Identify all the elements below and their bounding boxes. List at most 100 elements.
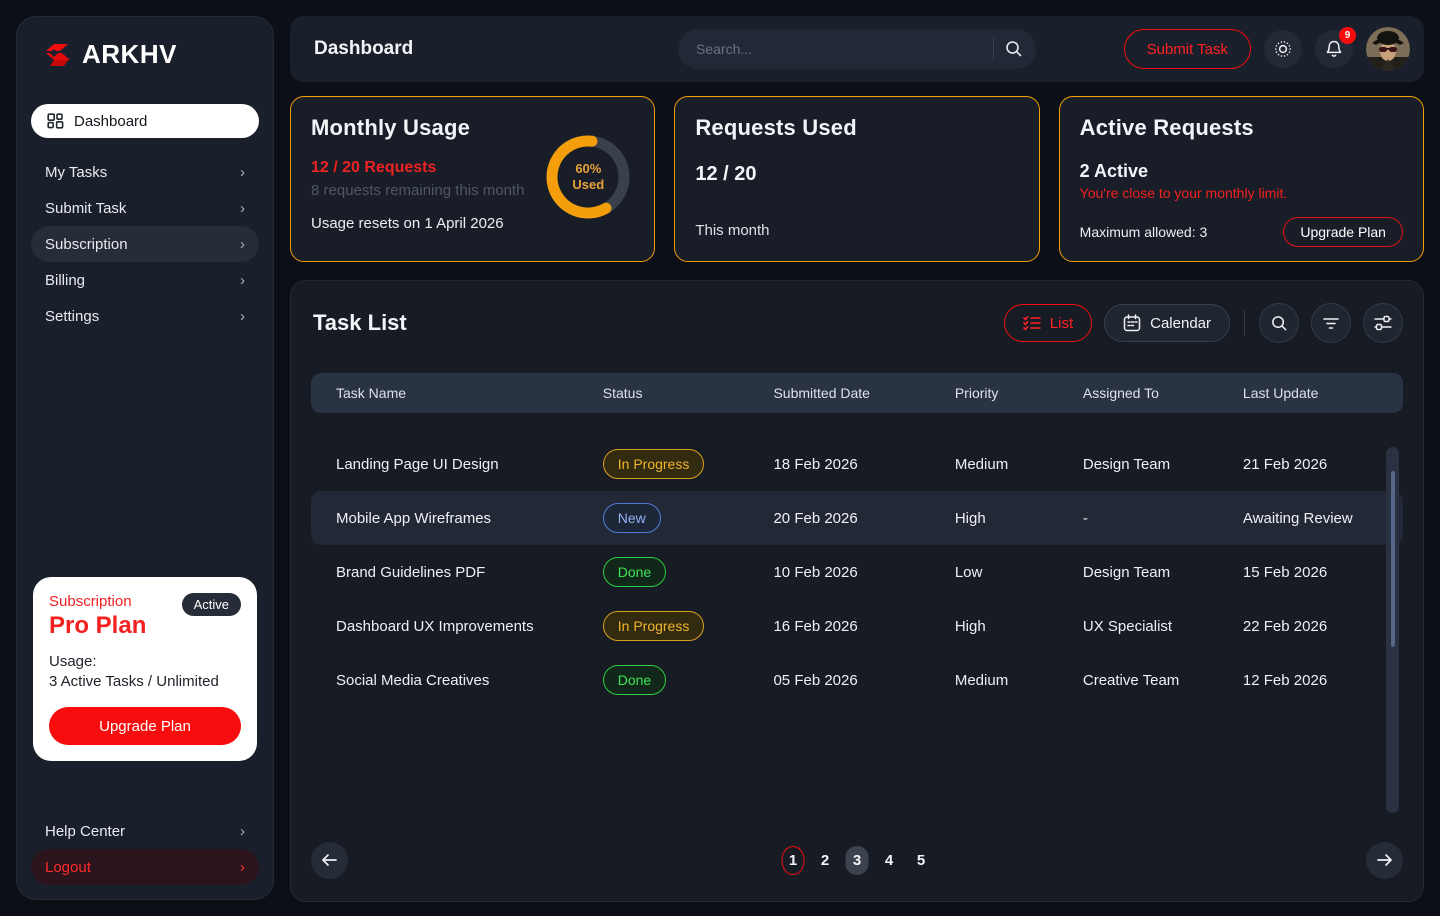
page-title: Dashboard (314, 38, 414, 59)
chevron-right-icon: › (240, 271, 245, 289)
assigned-to-cell: UX Specialist (1082, 617, 1173, 635)
sliders-icon (1373, 314, 1393, 332)
table-search-button[interactable] (1259, 303, 1299, 343)
assigned-to-cell: Design Team (1082, 563, 1171, 581)
table-row[interactable]: Dashboard UX Improvements In Progress 16 F… (311, 599, 1403, 653)
task-name-cell: Landing Page UI Design (336, 455, 499, 473)
arrow-left-icon (321, 853, 338, 867)
plan-eyebrow: Subscription (49, 593, 132, 610)
active-requests-value: 2 Active (1079, 161, 1149, 181)
page-number-2[interactable]: 2 (814, 846, 837, 875)
theme-toggle-button[interactable] (1264, 30, 1302, 68)
filter-icon (1322, 316, 1340, 330)
theme-sun-icon (1273, 39, 1293, 59)
status-badge: Done (602, 557, 667, 587)
submit-task-button[interactable]: Submit Task (1123, 29, 1251, 69)
last-update-cell: 22 Feb 2026 (1242, 617, 1328, 635)
last-update-cell: 12 Feb 2026 (1242, 671, 1328, 689)
upgrade-plan-button[interactable]: Upgrade Plan (49, 707, 241, 745)
sidebar-item-label: Submit Task (45, 199, 127, 217)
submitted-date-cell: 10 Feb 2026 (773, 563, 858, 581)
search-bar[interactable] (678, 29, 1036, 69)
status-cell: In Progress (602, 611, 774, 641)
page-number-1[interactable]: 1 (781, 845, 805, 875)
pagination: 12345 (311, 841, 1403, 879)
column-header: Priority (954, 385, 999, 401)
search-icon[interactable] (1004, 39, 1024, 59)
upgrade-plan-button[interactable]: Upgrade Plan (1283, 217, 1403, 247)
monthly-usage-card: Monthly Usage 12 / 20 Requests 8 request… (290, 96, 656, 262)
status-cell: New (602, 503, 774, 533)
settings-sliders-button[interactable] (1363, 303, 1403, 343)
sidebar-item-my-tasks[interactable]: My Tasks › (31, 154, 259, 190)
sidebar-footer-menu: Help Center › Logout › (31, 813, 259, 885)
view-list-button[interactable]: List (1003, 304, 1093, 342)
sidebar-item-label: Help Center (45, 822, 126, 840)
stats-cards-row: Monthly Usage 12 / 20 Requests 8 request… (290, 96, 1424, 262)
sidebar-item-logout[interactable]: Logout › (31, 849, 259, 885)
active-requests-card: Active Requests 2 Active You're close to… (1058, 96, 1424, 262)
brand-name: ARKHV (82, 39, 177, 69)
table-body: Landing Page UI Design In Progress 18 Feb … (311, 437, 1403, 707)
table-row[interactable]: Brand Guidelines PDF Done 10 Feb 2026 Low De… (311, 545, 1403, 599)
task-name-cell: Dashboard UX Improvements (336, 617, 534, 635)
requests-used-value: 12 / 20 (695, 163, 757, 185)
view-calendar-label: Calendar (1150, 314, 1211, 332)
status-cell: Done (602, 665, 774, 695)
sidebar-item-subscription[interactable]: Subscription › (31, 226, 259, 262)
task-name-cell: Mobile App Wireframes (336, 509, 492, 527)
app-root: ARKHV Dashboard My Tasks › Submit Task › Sub… (0, 0, 1440, 916)
chevron-right-icon: › (240, 858, 245, 876)
status-badge: Done (602, 665, 667, 695)
table-row[interactable]: Social Media Creatives Done 05 Feb 2026 Med… (311, 653, 1403, 707)
search-input[interactable] (696, 41, 993, 57)
page-number-4[interactable]: 4 (878, 846, 901, 875)
sidebar-menu: My Tasks › Submit Task › Subscription › Billin… (31, 154, 259, 334)
sidebar-item-dashboard[interactable]: Dashboard (31, 104, 259, 138)
chevron-right-icon: › (240, 822, 245, 840)
priority-cell: Medium (954, 671, 1009, 689)
table-row[interactable]: Landing Page UI Design In Progress 18 Feb … (311, 437, 1403, 491)
arrow-right-icon (1376, 853, 1393, 867)
sidebar-item-label: Dashboard (74, 112, 148, 130)
status-badge: New (602, 503, 661, 533)
column-header: Submitted Date (773, 385, 870, 401)
page-number-3[interactable]: 3 (845, 845, 869, 875)
calendar-icon (1123, 314, 1141, 332)
scrollbar-thumb[interactable] (1390, 471, 1395, 647)
filter-button[interactable] (1311, 303, 1351, 343)
notification-count-badge: 9 (1339, 27, 1356, 44)
plan-status-badge: Active (181, 593, 241, 616)
page-numbers: 12345 (781, 845, 933, 875)
view-calendar-button[interactable]: Calendar (1104, 304, 1230, 342)
prev-page-button[interactable] (311, 841, 348, 879)
status-cell: In Progress (602, 449, 774, 479)
sidebar-item-label: Subscription (45, 235, 128, 253)
notifications-button[interactable]: 9 (1315, 27, 1356, 68)
page-number-5[interactable]: 5 (910, 846, 933, 875)
table-header-row: Task Name Status Submitted Date Priority Ass… (311, 373, 1403, 413)
grid-icon (47, 112, 64, 130)
card-title: Active Requests (1079, 115, 1254, 140)
task-list-title: Task List (313, 310, 407, 335)
priority-cell: Low (954, 563, 983, 581)
sidebar-item-settings[interactable]: Settings › (31, 298, 259, 334)
assigned-to-cell: Creative Team (1082, 671, 1180, 689)
limit-warning: You're close to your monthly limit. (1079, 185, 1288, 201)
topbar: Dashboard Submit Task (290, 16, 1424, 82)
task-name-cell: Brand Guidelines PDF (336, 563, 486, 581)
chevron-right-icon: › (240, 199, 245, 217)
sidebar-item-billing[interactable]: Billing › (31, 262, 259, 298)
sidebar-item-help-center[interactable]: Help Center › (31, 813, 259, 849)
table-row[interactable]: Mobile App Wireframes New 20 Feb 2026 High -… (311, 491, 1403, 545)
priority-cell: High (954, 509, 986, 527)
table-scrollbar[interactable] (1386, 447, 1399, 813)
next-page-button[interactable] (1366, 841, 1403, 879)
sidebar-item-label: My Tasks (45, 163, 108, 181)
avatar[interactable] (1366, 27, 1410, 71)
sidebar: ARKHV Dashboard My Tasks › Submit Task › Sub… (16, 16, 274, 900)
last-update-cell: 15 Feb 2026 (1242, 563, 1328, 581)
sidebar-item-submit-task[interactable]: Submit Task › (31, 190, 259, 226)
